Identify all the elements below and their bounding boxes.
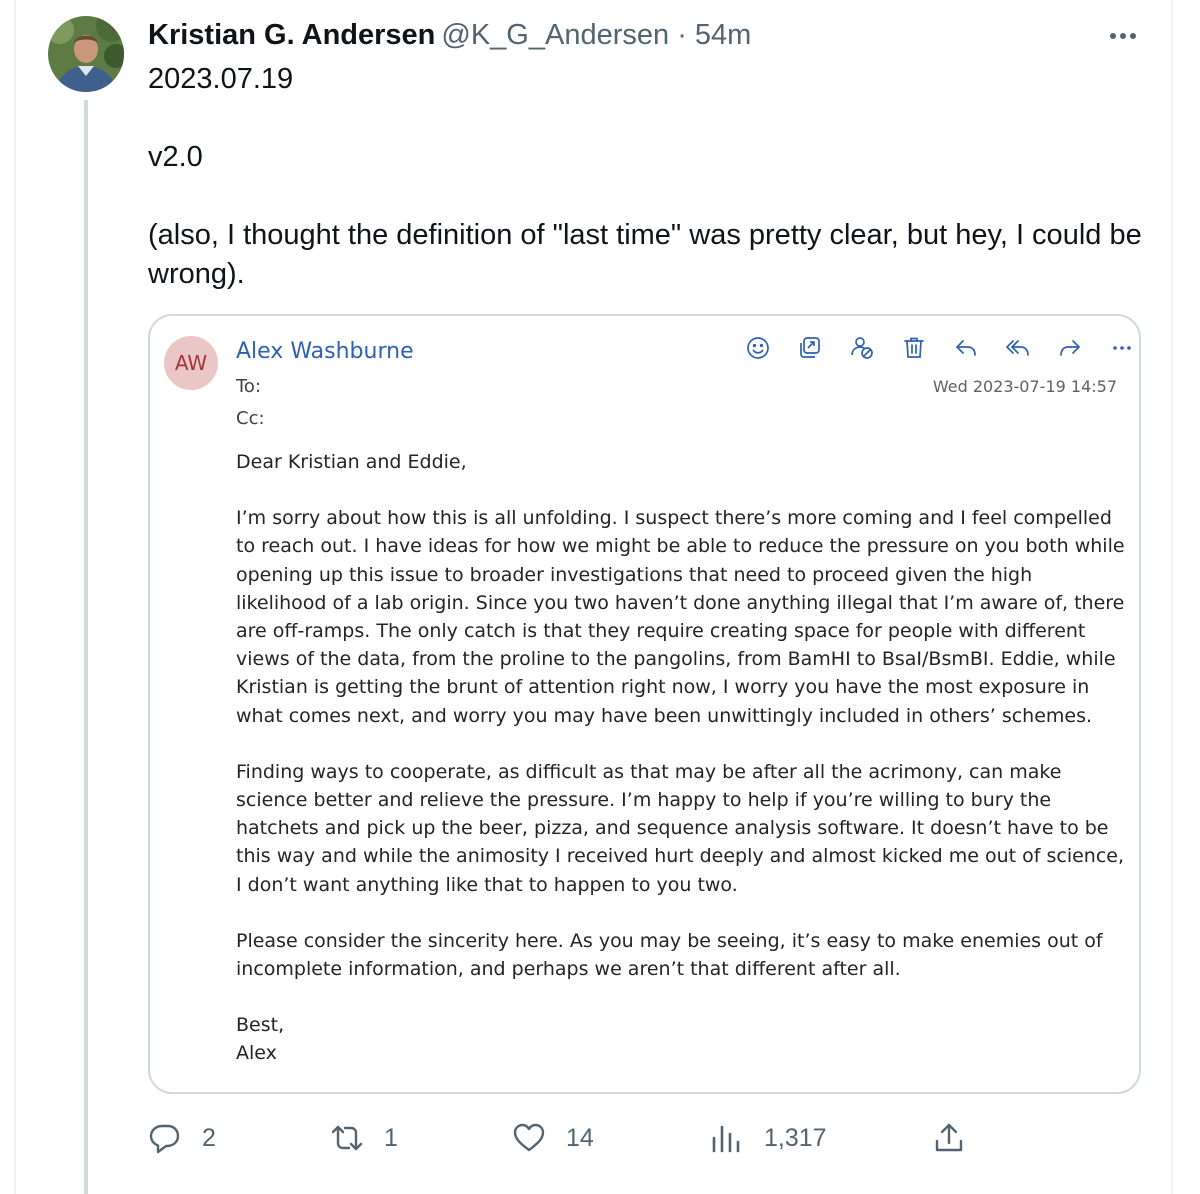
views-button[interactable]: 1,317 bbox=[710, 1116, 827, 1160]
tweet-text-line: (also, I thought the definition of "last… bbox=[148, 219, 1142, 290]
email-sender-name: Alex Washburne bbox=[236, 339, 414, 364]
email-screenshot-image[interactable]: AW Alex Washburne To: Cc: Wed 2023-07-19… bbox=[148, 314, 1141, 1094]
share-button[interactable] bbox=[932, 1116, 972, 1160]
email-paragraph: I’m sorry about how this is all unfoldin… bbox=[236, 507, 1125, 727]
email-paragraph: Please consider the sincerity here. As y… bbox=[236, 929, 1103, 981]
reply-count: 2 bbox=[202, 1123, 216, 1152]
view-count: 1,317 bbox=[764, 1123, 827, 1152]
author-handle-text[interactable]: @K_G_Andersen bbox=[441, 19, 669, 51]
email-to-label: To: bbox=[236, 376, 262, 397]
thread-connector-line bbox=[84, 100, 88, 1194]
delete-icon bbox=[888, 332, 940, 364]
tweet-action-bar: 2 1 14 1,317 bbox=[148, 1116, 978, 1160]
reply-icon bbox=[149, 1124, 180, 1154]
tweet-text-line: v2.0 bbox=[148, 141, 203, 173]
reply-all-icon bbox=[992, 332, 1044, 364]
retweet-button[interactable]: 1 bbox=[330, 1116, 398, 1160]
author-name[interactable]: Kristian G. Andersen bbox=[148, 19, 435, 51]
like-button[interactable]: 14 bbox=[512, 1116, 594, 1160]
tweet-header: Kristian G. Andersen @K_G_Andersen · 54m bbox=[148, 14, 751, 56]
email-toolbar bbox=[732, 332, 1139, 364]
tweet-text-line: 2023.07.19 bbox=[148, 63, 294, 95]
retweet-icon bbox=[331, 1125, 363, 1151]
permissions-icon bbox=[836, 332, 888, 364]
reply-icon bbox=[940, 332, 992, 364]
tweet-text: 2023.07.19 v2.0 (also, I thought the def… bbox=[148, 60, 1148, 294]
email-cc-label: Cc: bbox=[236, 408, 265, 429]
heart-icon bbox=[513, 1123, 545, 1152]
share-icon bbox=[935, 1123, 963, 1152]
email-sender-avatar: AW bbox=[164, 336, 218, 390]
timeline-right-border bbox=[1171, 0, 1173, 1194]
more-options-icon[interactable] bbox=[1106, 22, 1140, 50]
immersive-reader-icon bbox=[784, 332, 836, 364]
author-avatar[interactable] bbox=[48, 16, 124, 92]
email-paragraph: Finding ways to cooperate, as difficult … bbox=[236, 760, 1125, 896]
emoji-icon bbox=[732, 332, 784, 364]
views-icon bbox=[712, 1125, 740, 1153]
email-signoff: Best, bbox=[236, 1014, 285, 1037]
more-actions-icon bbox=[1096, 332, 1139, 364]
email-greeting: Dear Kristian and Eddie, bbox=[236, 451, 467, 473]
retweet-count: 1 bbox=[384, 1123, 398, 1152]
forward-icon bbox=[1044, 332, 1096, 364]
author-photo bbox=[48, 16, 124, 92]
reply-button[interactable]: 2 bbox=[148, 1116, 216, 1160]
email-signature: Alex bbox=[236, 1042, 277, 1065]
timeline-left-border bbox=[14, 0, 16, 1194]
tweet-timestamp[interactable]: 54m bbox=[695, 19, 751, 51]
like-count: 14 bbox=[566, 1123, 594, 1152]
email-date: Wed 2023-07-19 14:57 bbox=[932, 377, 1117, 396]
header-separator: · bbox=[669, 19, 695, 51]
author-handle[interactable]: @K_G_Andersen · 54m bbox=[441, 19, 751, 51]
email-body: Dear Kristian and Eddie, I’m sorry about… bbox=[236, 448, 1126, 1068]
